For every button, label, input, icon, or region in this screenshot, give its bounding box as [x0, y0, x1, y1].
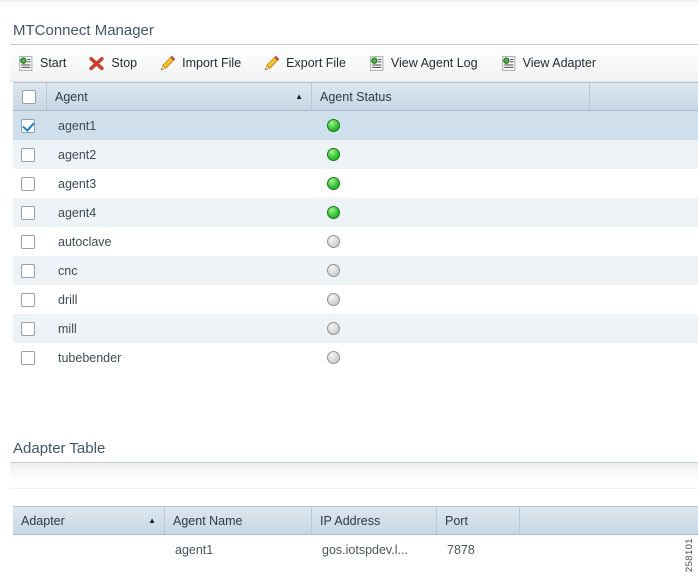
export-file-button[interactable]: Export File — [263, 55, 346, 72]
task-list-icon — [368, 55, 385, 72]
ip-address-column-label: IP Address — [320, 513, 381, 528]
view-agent-log-button[interactable]: View Agent Log — [368, 55, 478, 72]
agent-name: agent2 — [58, 147, 97, 162]
import-file-button-label: Import File — [182, 56, 242, 70]
table-row[interactable]: agent4 — [13, 198, 698, 227]
table-row[interactable]: agent3 — [13, 169, 698, 198]
table-row[interactable]: autoclave — [13, 227, 698, 256]
figure-id-label: 258101 — [684, 538, 695, 573]
agent-name: mill — [58, 321, 77, 336]
task-list-icon — [17, 55, 34, 72]
page-top-edge — [0, 0, 698, 13]
port-cell: 7878 — [447, 542, 475, 557]
status-dot — [327, 177, 340, 190]
row-checkbox[interactable] — [21, 292, 35, 307]
table-row[interactable]: cnc — [13, 256, 698, 285]
red-x-icon — [88, 55, 105, 72]
agent-name: cnc — [58, 263, 78, 278]
row-checkbox[interactable] — [21, 176, 35, 191]
table-row[interactable]: tubebender — [13, 343, 698, 372]
stop-button-label: Stop — [111, 56, 138, 70]
agent-name: drill — [58, 292, 78, 307]
agent-name-column-header[interactable]: Agent Name — [165, 507, 312, 534]
agent-name: tubebender — [58, 350, 122, 365]
select-all-checkbox[interactable] — [22, 89, 36, 104]
table-row[interactable]: agent2 — [13, 140, 698, 169]
header-select-all-cell — [13, 83, 47, 110]
row-checkbox[interactable] — [21, 350, 35, 365]
view-agent-log-button-label: View Agent Log — [390, 56, 478, 70]
adapter-toolbar-empty — [10, 463, 698, 489]
agent-column-header[interactable]: Agent ▲ — [47, 83, 312, 110]
manager-section-title: MTConnect Manager — [13, 22, 154, 39]
agent-table-body: agent1 agent2 agent3 agent4 autoclave cn… — [13, 111, 698, 372]
agent-status-column-label: Agent Status — [320, 89, 392, 104]
pencil-icon — [159, 55, 176, 72]
agent-name-cell: agent1 — [175, 542, 214, 557]
port-column-header[interactable]: Port — [437, 507, 520, 534]
view-adapter-button[interactable]: View Adapter — [500, 55, 596, 72]
agent-name: autoclave — [58, 234, 112, 249]
row-checkbox[interactable] — [21, 118, 35, 133]
agent-name: agent4 — [58, 205, 97, 220]
agent-table: Agent ▲ Agent Status agent1 agent2 agent… — [13, 82, 698, 372]
row-checkbox[interactable] — [21, 205, 35, 220]
sort-ascending-icon: ▲ — [148, 516, 156, 525]
table-row[interactable]: agent1 — [13, 111, 698, 140]
row-checkbox[interactable] — [21, 147, 35, 162]
header-empty-cell — [590, 83, 698, 110]
task-list-icon — [500, 55, 517, 72]
adapter-table: Adapter ▲ Agent Name IP Address Port age… — [13, 506, 698, 564]
adapter-column-header[interactable]: Adapter ▲ — [13, 507, 165, 534]
stop-button[interactable]: Stop — [88, 55, 137, 72]
status-dot — [327, 148, 340, 161]
sort-ascending-icon: ▲ — [295, 92, 303, 101]
start-button[interactable]: Start — [17, 55, 66, 72]
ip-address-cell: gos.iotspdev.l... — [322, 542, 408, 557]
adapter-table-header: Adapter ▲ Agent Name IP Address Port — [13, 506, 698, 535]
agent-column-label: Agent — [55, 89, 88, 104]
ip-address-column-header[interactable]: IP Address — [312, 507, 437, 534]
status-dot — [327, 206, 340, 219]
port-column-label: Port — [445, 513, 468, 528]
export-file-button-label: Export File — [286, 56, 346, 70]
table-row[interactable]: mill — [13, 314, 698, 343]
view-adapter-button-label: View Adapter — [522, 56, 597, 70]
adapter-section-title: Adapter Table — [13, 440, 106, 457]
status-dot — [327, 351, 340, 364]
manager-toolbar: Start Stop Import File Export File View … — [10, 45, 698, 82]
import-file-button[interactable]: Import File — [159, 55, 241, 72]
adapter-table-row[interactable]: agent1 gos.iotspdev.l... 7878 — [13, 535, 698, 564]
agent-name: agent3 — [58, 176, 97, 191]
pencil-icon — [263, 55, 280, 72]
status-dot — [327, 119, 340, 132]
agent-name-column-label: Agent Name — [173, 513, 243, 528]
row-checkbox[interactable] — [21, 263, 35, 278]
start-button-label: Start — [40, 56, 67, 70]
row-checkbox[interactable] — [21, 234, 35, 249]
table-row[interactable]: drill — [13, 285, 698, 314]
agent-status-column-header[interactable]: Agent Status — [312, 83, 590, 110]
status-dot — [327, 293, 340, 306]
agent-table-header: Agent ▲ Agent Status — [13, 82, 698, 111]
agent-name: agent1 — [58, 118, 97, 133]
status-dot — [327, 264, 340, 277]
adapter-column-label: Adapter — [21, 513, 65, 528]
row-checkbox[interactable] — [21, 321, 35, 336]
header-empty-cell — [520, 507, 698, 534]
status-dot — [327, 235, 340, 248]
status-dot — [327, 322, 340, 335]
